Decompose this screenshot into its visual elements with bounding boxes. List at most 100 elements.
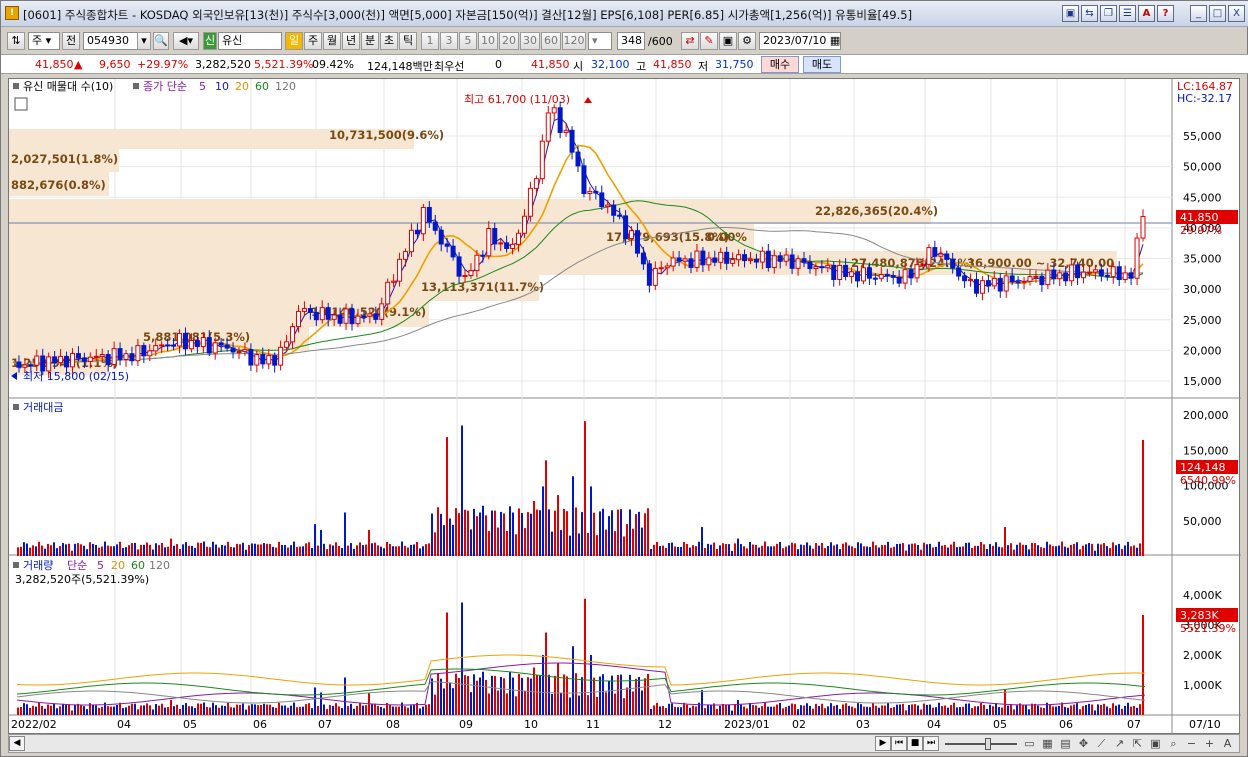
table-toggle-icon[interactable] [14, 97, 28, 111]
volume-bar [215, 705, 217, 715]
amount-bar [686, 544, 688, 556]
candle-body [575, 151, 581, 167]
amount-bar [719, 545, 721, 556]
volume-bar [536, 674, 538, 715]
candle-body [444, 243, 450, 247]
period-minute[interactable]: 분 [361, 32, 379, 50]
period-second[interactable]: 초 [380, 32, 398, 50]
help-icon[interactable]: ? [1157, 5, 1174, 22]
prior-value: 0 [495, 58, 502, 71]
period-week[interactable]: 주 [304, 32, 322, 50]
copy-window-icon[interactable]: ❐ [1100, 5, 1117, 22]
cursor-icon[interactable]: ⇱ [1129, 736, 1146, 751]
search-icon[interactable]: 🔍 [153, 32, 169, 50]
split-icon[interactable]: ▦ [1039, 736, 1056, 751]
volume-bar [434, 694, 436, 715]
period-year[interactable]: 년 [342, 32, 360, 50]
sell-button[interactable]: 매도 [803, 56, 841, 73]
dropdown-icon[interactable]: ▾ [137, 32, 151, 50]
menu-icon[interactable]: ☰ [1119, 5, 1136, 22]
layout-icon[interactable]: ▭ [1021, 736, 1038, 751]
scroll-left-button[interactable]: ◀ [9, 736, 25, 751]
date-input[interactable]: 2023/07/10 ▦ [759, 32, 841, 50]
font-icon[interactable]: A [1138, 5, 1155, 22]
swap-arrows-icon[interactable]: ⇄ [681, 32, 699, 50]
candle-body [837, 264, 843, 281]
interval-3[interactable]: 3 [440, 32, 458, 50]
candle-body [1140, 216, 1146, 239]
amount-bar [1034, 543, 1036, 556]
zoom-out-icon[interactable]: − [1183, 736, 1200, 751]
stock-name-field[interactable]: 유신 [218, 32, 282, 50]
link-icon[interactable]: ▣ [1062, 5, 1079, 22]
volume-bar [407, 707, 409, 715]
amount-bar [197, 542, 199, 556]
period-tick[interactable]: 틱 [399, 32, 417, 50]
chart-tool-icon[interactable]: ✎ [700, 32, 718, 50]
minimize-button[interactable]: _ [1190, 5, 1207, 22]
amount-bar [26, 543, 28, 556]
trendline-icon[interactable]: ⟋ [1093, 736, 1110, 751]
amount-bar [983, 544, 985, 556]
scroll-start-button[interactable]: ⏮ [891, 736, 907, 751]
count-input[interactable]: 348 [617, 32, 645, 50]
interval-1[interactable]: 1 [421, 32, 439, 50]
magnifier-icon[interactable]: ⌕ [1165, 736, 1182, 751]
arrow-tool-icon[interactable]: ↗ [1111, 736, 1128, 751]
interval-20[interactable]: 20 [499, 32, 519, 50]
interval-30[interactable]: 30 [520, 32, 540, 50]
zoom-slider[interactable] [945, 743, 1017, 745]
candle-body [456, 256, 462, 277]
interval-60[interactable]: 60 [541, 32, 561, 50]
crosshair-icon[interactable]: ✥ [1075, 736, 1092, 751]
candle-body [872, 277, 878, 280]
candle-body [194, 340, 200, 347]
stop-button[interactable]: ■ [907, 736, 923, 751]
settings-gear-icon[interactable]: ⚙ [738, 32, 756, 50]
volume-bar [920, 709, 922, 715]
pin-icon[interactable]: ⇅ [7, 32, 25, 50]
candle-body [367, 313, 373, 317]
amount-bar [1115, 545, 1117, 556]
volume-bar [1070, 705, 1072, 715]
chart-area[interactable]: 10,731,500(9.6%) 2,027,501(1.8%) 882,676(0… [8, 78, 1241, 735]
interval-5[interactable]: 5 [459, 32, 477, 50]
candle-body [254, 354, 260, 366]
volume-bar [761, 706, 763, 715]
buy-button[interactable]: 매수 [761, 56, 799, 73]
volume-bar [914, 704, 916, 715]
volume-bar [872, 702, 874, 715]
turnover-value: 09.42% [312, 58, 354, 71]
grid-view-icon[interactable]: ▤ [1057, 736, 1074, 751]
swap-icon[interactable]: ⇆ [1081, 5, 1098, 22]
market-select[interactable]: 주 ▾ [28, 32, 60, 50]
scroll-right-button[interactable]: ▶ [875, 736, 891, 751]
interval-10[interactable]: 10 [478, 32, 498, 50]
volume-bar [53, 703, 55, 715]
volume-bar [668, 703, 670, 715]
x-axis-label: 10 [524, 718, 538, 731]
prev-button[interactable]: 전 [62, 32, 80, 50]
volume-bar [866, 706, 868, 715]
candle-body [956, 267, 962, 277]
scroll-end-button[interactable]: ⏭ [923, 736, 939, 751]
zoom-slider-handle[interactable] [985, 738, 991, 750]
save-icon[interactable]: ▣ [719, 32, 737, 50]
speaker-icon[interactable]: ◀▾ [173, 32, 199, 50]
volume-bar [1049, 705, 1051, 715]
volume-bar [869, 707, 871, 715]
font-size-icon[interactable]: A [1219, 736, 1236, 751]
volume-bar [527, 677, 529, 715]
interval-120[interactable]: 120 [562, 32, 586, 50]
candle-body [593, 190, 599, 194]
custom-interval-select[interactable]: ▾ [588, 32, 612, 50]
zoom-in-icon[interactable]: + [1201, 736, 1218, 751]
volume-bar [266, 704, 268, 715]
maximize-button[interactable]: □ [1209, 5, 1226, 22]
box-tool-icon[interactable]: ▣ [1147, 736, 1164, 751]
period-month[interactable]: 월 [323, 32, 341, 50]
close-button[interactable]: X [1228, 5, 1245, 22]
period-day[interactable]: 일 [285, 32, 303, 50]
volume-bar [29, 707, 31, 715]
chart-canvas[interactable]: 10,731,500(9.6%) 2,027,501(1.8%) 882,676(0… [9, 79, 1241, 735]
